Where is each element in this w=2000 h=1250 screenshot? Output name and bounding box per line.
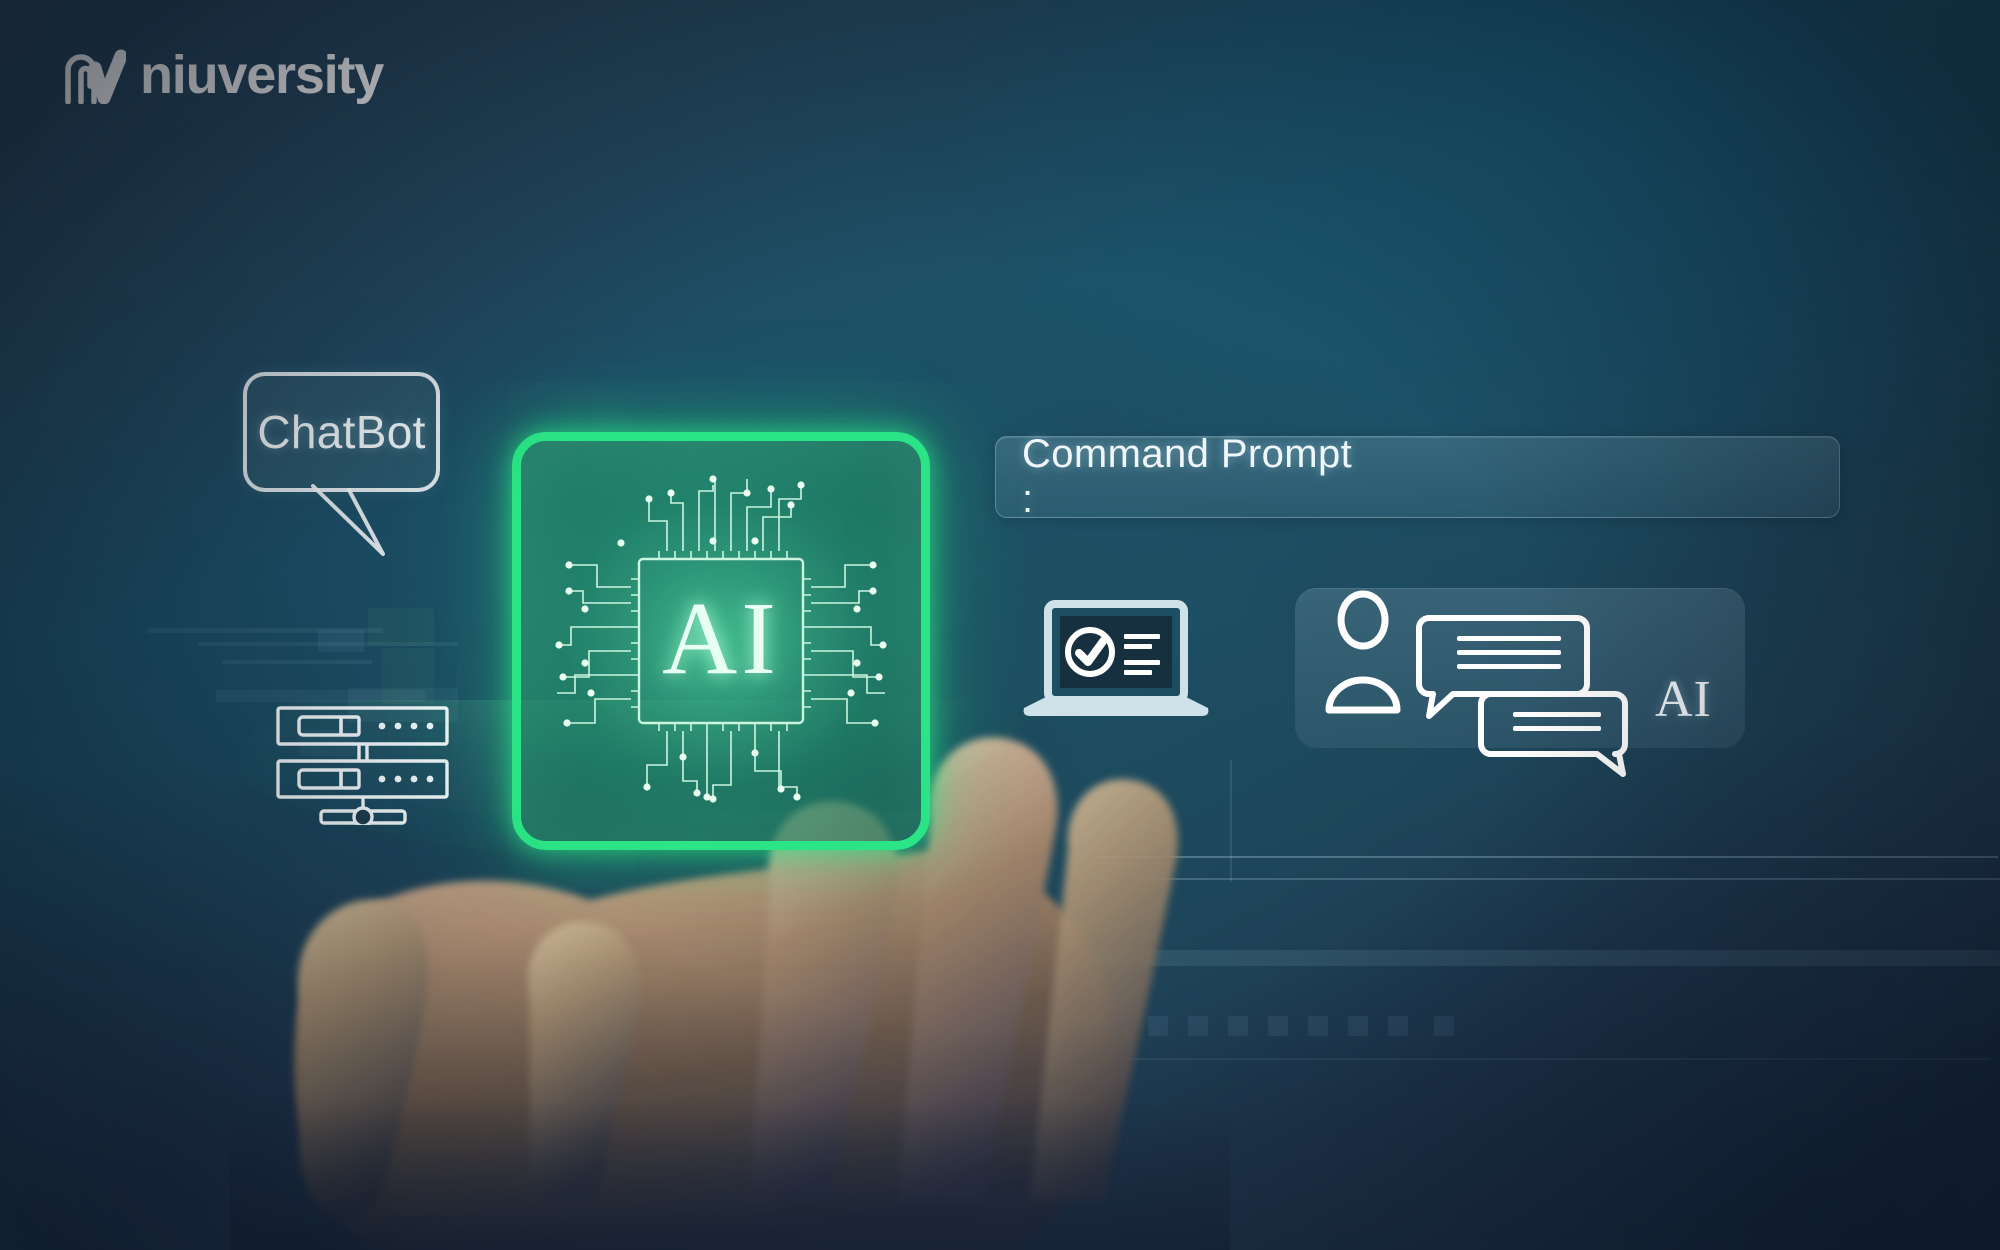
chatbot-speech-bubble[interactable]: ChatBot [243,372,440,556]
command-prompt-input[interactable] [1354,456,1819,498]
brand-name: niuversity [140,45,384,105]
command-prompt-bar[interactable]: Command Prompt : [995,432,1840,521]
speech-bubble-tail-icon [311,484,385,556]
brand-logo[interactable]: niuversity [62,45,384,105]
chatbot-label: ChatBot [257,406,426,458]
ai-chip-label: AI [662,581,780,697]
niuversity-n-swoosh-logo-icon [65,49,126,104]
ai-chip-hologram[interactable]: AI [512,432,930,850]
user-message-bubble-icon [1416,615,1590,719]
scene-canvas: niuversity ChatBot AI Command Prompt: A… [0,0,2000,1250]
ai-reply-bubble-icon [1478,691,1628,777]
laptop-checkmark-icon[interactable] [1018,598,1214,738]
user-avatar-icon [1325,590,1401,714]
chat-ai-label: AI [1655,671,1712,728]
command-prompt-label: Command Prompt : [1022,432,1353,521]
chat-conversation-panel[interactable]: AI [1295,588,1745,777]
server-rack-icon[interactable] [275,705,450,825]
